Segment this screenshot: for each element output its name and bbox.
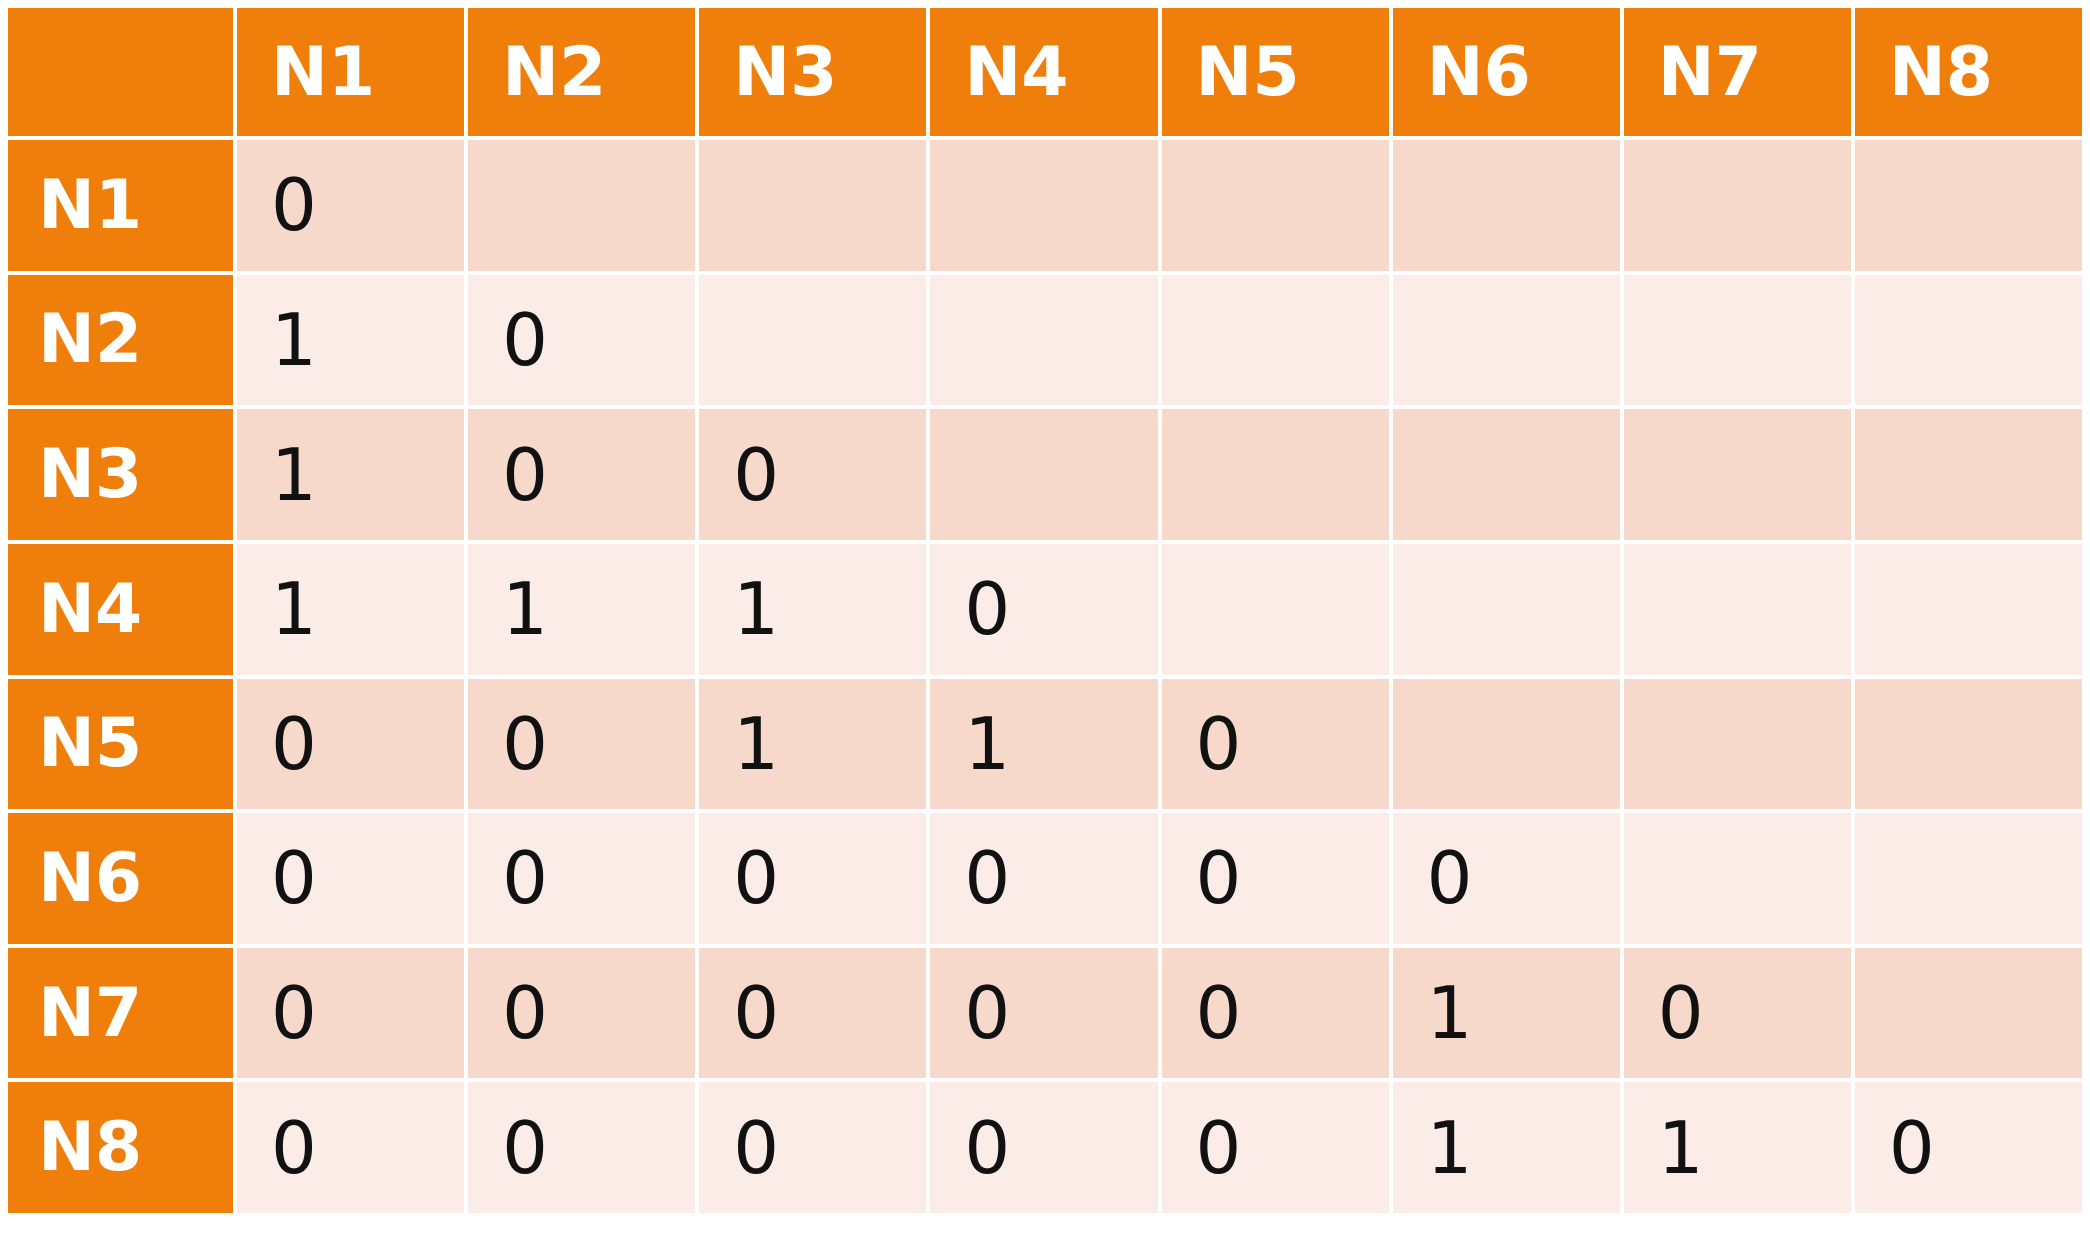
- matrix-cell: 1: [237, 274, 465, 406]
- matrix-cell: 1: [1392, 1082, 1620, 1213]
- matrix-cell: [930, 274, 1158, 406]
- matrix-cell: 0: [1161, 947, 1389, 1079]
- matrix-cell: [1161, 409, 1389, 540]
- matrix-cell: 0: [468, 813, 696, 944]
- row-header-n6: N6: [8, 813, 233, 944]
- column-header-n3: N3: [699, 8, 927, 136]
- row-header-n4: N4: [8, 543, 233, 675]
- matrix-cell: 0: [1854, 1082, 2082, 1213]
- matrix-cell: [1392, 678, 1620, 810]
- matrix-cell: 1: [237, 543, 465, 675]
- matrix-cell: [1392, 543, 1620, 675]
- matrix-cell: 0: [468, 1082, 696, 1213]
- row-header-n1: N1: [8, 140, 233, 271]
- column-header-n8: N8: [1854, 8, 2082, 136]
- adjacency-matrix-table: N1 N2 N3 N4 N5 N6 N7 N8 N1 0 N2 1 0 N3 1…: [8, 8, 2082, 1213]
- matrix-cell: [1854, 140, 2082, 271]
- matrix-cell: [1854, 813, 2082, 944]
- matrix-cell: 0: [237, 813, 465, 944]
- matrix-cell: 0: [930, 1082, 1158, 1213]
- matrix-cell: 1: [699, 678, 927, 810]
- matrix-cell: [1161, 140, 1389, 271]
- row-header-n5: N5: [8, 678, 233, 810]
- matrix-cell: 1: [468, 543, 696, 675]
- matrix-cell: [1854, 409, 2082, 540]
- matrix-cell: 1: [1623, 1082, 1851, 1213]
- matrix-cell: [930, 140, 1158, 271]
- matrix-cell: [1392, 140, 1620, 271]
- matrix-cell: 0: [699, 409, 927, 540]
- column-header-n6: N6: [1392, 8, 1620, 136]
- matrix-cell: [1623, 274, 1851, 406]
- matrix-cell: [1623, 543, 1851, 675]
- matrix-cell: [1854, 274, 2082, 406]
- matrix-cell: [1161, 274, 1389, 406]
- matrix-cell: [1623, 140, 1851, 271]
- matrix-cell: 0: [1161, 678, 1389, 810]
- matrix-cell: [930, 409, 1158, 540]
- matrix-cell: 0: [699, 813, 927, 944]
- matrix-cell: [1392, 274, 1620, 406]
- matrix-cell: 0: [468, 678, 696, 810]
- matrix-cell: 0: [1161, 813, 1389, 944]
- matrix-cell: 0: [237, 1082, 465, 1213]
- matrix-cell: [1392, 409, 1620, 540]
- matrix-cell: [1854, 543, 2082, 675]
- matrix-cell: 0: [468, 947, 696, 1079]
- matrix-cell: 0: [1392, 813, 1620, 944]
- matrix-cell: 1: [930, 678, 1158, 810]
- column-header-n2: N2: [468, 8, 696, 136]
- row-header-n2: N2: [8, 274, 233, 406]
- matrix-cell: [1854, 947, 2082, 1079]
- column-header-n4: N4: [930, 8, 1158, 136]
- matrix-cell: 0: [930, 947, 1158, 1079]
- matrix-cell: [1623, 813, 1851, 944]
- matrix-cell: [468, 140, 696, 271]
- matrix-cell: [699, 140, 927, 271]
- column-header-n1: N1: [237, 8, 465, 136]
- matrix-cell: 0: [930, 543, 1158, 675]
- matrix-cell: 0: [468, 409, 696, 540]
- matrix-cell: 1: [699, 543, 927, 675]
- matrix-cell: 0: [237, 140, 465, 271]
- matrix-cell: [1623, 678, 1851, 810]
- row-header-n7: N7: [8, 947, 233, 1079]
- corner-cell: [8, 8, 233, 136]
- row-header-n3: N3: [8, 409, 233, 540]
- matrix-cell: 0: [930, 813, 1158, 944]
- matrix-cell: 0: [699, 947, 927, 1079]
- matrix-cell: 1: [237, 409, 465, 540]
- matrix-cell: 1: [1392, 947, 1620, 1079]
- matrix-cell: 0: [237, 678, 465, 810]
- matrix-cell: [1854, 678, 2082, 810]
- matrix-cell: 0: [1623, 947, 1851, 1079]
- column-header-n5: N5: [1161, 8, 1389, 136]
- matrix-cell: 0: [468, 274, 696, 406]
- matrix-cell: [1623, 409, 1851, 540]
- row-header-n8: N8: [8, 1082, 233, 1213]
- matrix-cell: [1161, 543, 1389, 675]
- matrix-cell: 0: [237, 947, 465, 1079]
- matrix-cell: [699, 274, 927, 406]
- column-header-n7: N7: [1623, 8, 1851, 136]
- matrix-cell: 0: [1161, 1082, 1389, 1213]
- matrix-cell: 0: [699, 1082, 927, 1213]
